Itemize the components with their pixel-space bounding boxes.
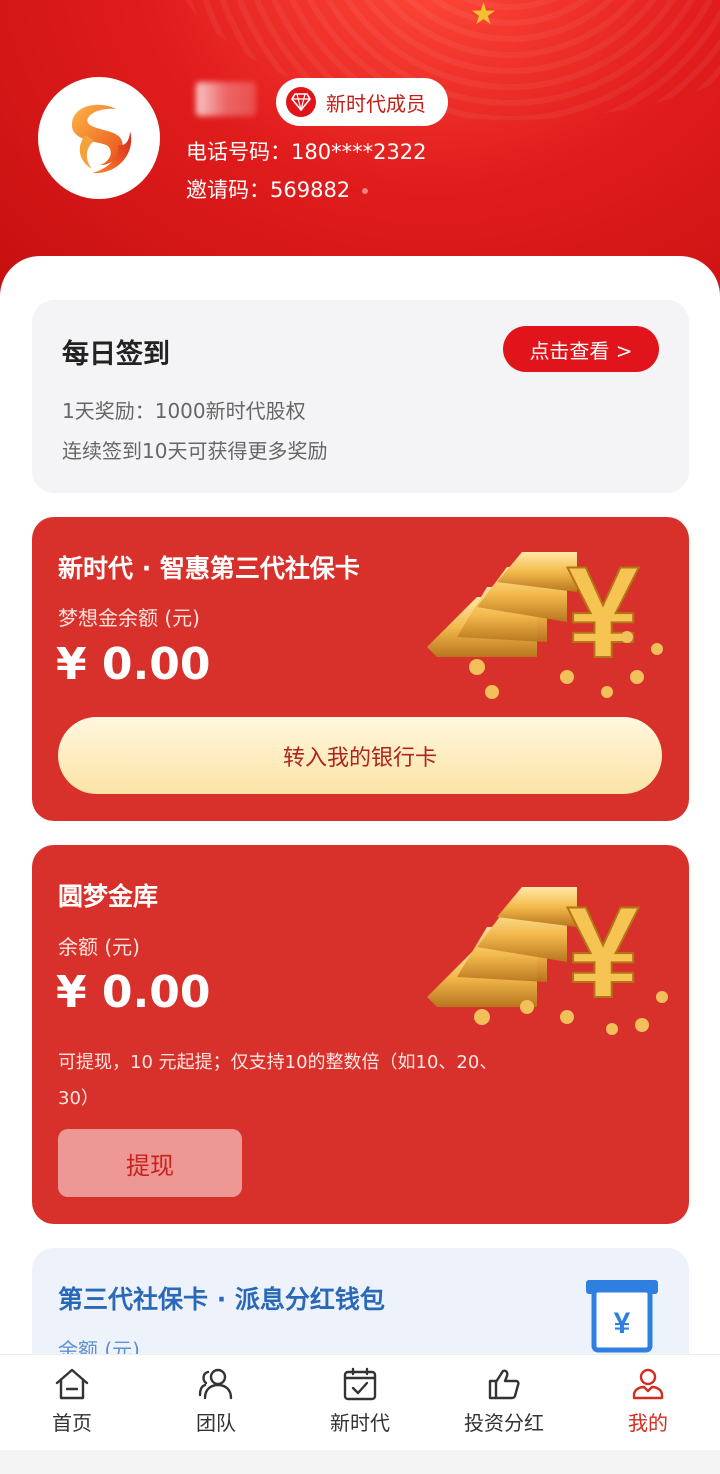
tab-investment-dividend[interactable]: 投资分红 [432,1355,576,1450]
invite-code: 邀请码：569882 [186,178,351,202]
thumbs-up-icon [488,1369,520,1400]
card-title: 新时代 · 智惠第三代社保卡 [58,554,360,583]
checkin-streak-text: 连续签到10天可获得更多奖励 [62,439,328,463]
user-icon [632,1368,664,1400]
gold-bars-icon: ¥ [427,878,668,1035]
social-security-card: 新时代 · 智惠第三代社保卡 梦想金余额 (元) ¥ 0.00 ¥ 转入我的银行… [32,517,689,821]
card-balance: ¥ 0.00 [56,639,211,690]
dot-icon [362,188,369,194]
system-bottom-strip [0,1450,720,1474]
home-icon [55,1368,89,1400]
view-checkin-button[interactable]: 点击查看 > [503,326,659,372]
withdraw-button[interactable]: 提现 [58,1129,242,1197]
diamond-icon [286,87,316,117]
invite-code-row: 邀请码：569882 [186,174,369,204]
tab-label: 新时代 [330,1411,390,1435]
star-icon: ★ [470,0,497,32]
user-name-blurred [196,82,256,116]
tab-team[interactable]: 团队 [144,1355,288,1450]
bottom-tab-bar: 首页 团队 新时代 投资分红 我的 [0,1354,720,1450]
member-badge-label: 新时代成员 [326,91,426,116]
card-balance-label: 梦想金余额 (元) [58,606,200,630]
atm-yuan-icon: ¥ [586,1280,658,1353]
tab-new-era[interactable]: 新时代 [288,1355,432,1450]
checkin-reward-text: 1天奖励：1000新时代股权 [62,399,306,423]
gold-bars-icon: ¥ [427,538,663,699]
svg-text:¥: ¥ [614,1307,631,1340]
tab-label: 投资分红 [464,1411,544,1435]
transfer-to-bank-button[interactable]: 转入我的银行卡 [58,717,662,794]
app-logo-icon [71,104,132,174]
card-title: 第三代社保卡 · 派息分红钱包 [58,1285,385,1314]
tab-mine[interactable]: 我的 [576,1355,720,1450]
calendar-check-icon [343,1367,377,1401]
tab-label: 团队 [196,1411,236,1435]
withdraw-note: 可提现，10 元起提；仅支持10的整数倍（如10、20、30） [58,1052,498,1109]
dream-vault-card: 圆梦金库 余额 (元) ¥ 0.00 ¥ 可提现，10 元起提；仅支持10的整数… [32,845,689,1224]
phone-number: 电话号码：180****2322 [186,140,427,164]
checkin-title: 每日签到 [62,339,170,370]
card-title: 圆梦金库 [58,882,159,911]
svg-text:¥: ¥ [567,539,639,685]
member-badge[interactable]: 新时代成员 [276,78,448,126]
card-balance-label: 余额 (元) [58,935,140,959]
tab-label: 首页 [52,1411,92,1435]
avatar[interactable] [38,77,160,199]
daily-checkin-card: 每日签到 点击查看 > 1天奖励：1000新时代股权 连续签到10天可获得更多奖… [32,300,689,493]
team-icon [198,1368,233,1400]
tab-home[interactable]: 首页 [0,1355,144,1450]
card-balance: ¥ 0.00 [56,967,211,1018]
tab-label: 我的 [628,1411,668,1435]
svg-text:¥: ¥ [567,879,639,1025]
